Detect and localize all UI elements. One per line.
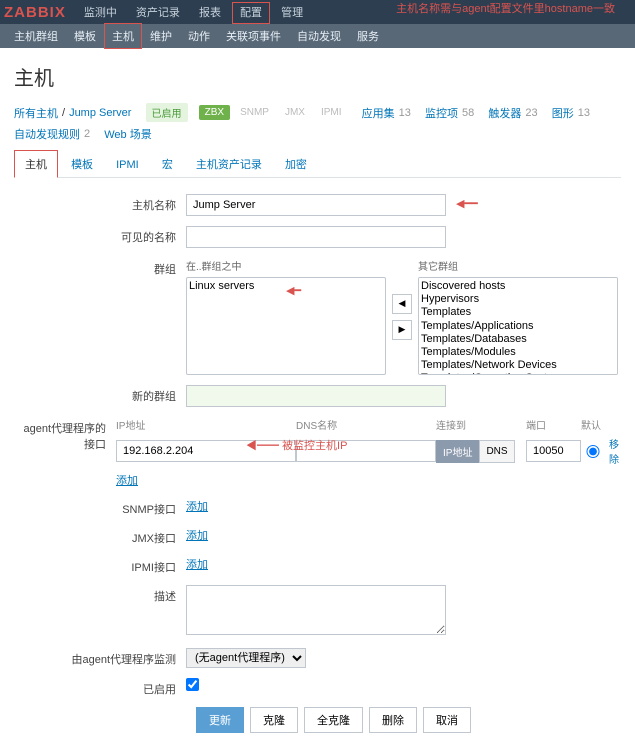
nav-admin[interactable]: 管理 — [273, 2, 311, 24]
sub-navbar: 主机群组 模板 主机 维护 动作 关联项事件 自动发现 服务 — [0, 24, 635, 48]
subnav-discovery[interactable]: 自动发现 — [289, 23, 349, 49]
top-nav: 监测中 资产记录 报表 配置 管理 — [76, 4, 311, 20]
label-desc: 描述 — [14, 585, 186, 604]
badge-ipmi: IPMI — [315, 105, 348, 120]
header-in-group: 在..群组之中 — [186, 258, 386, 273]
proxy-select[interactable]: (无agent代理程序) — [186, 648, 306, 668]
move-right-button[interactable]: ▶ — [392, 320, 412, 340]
header-other-group: 其它群组 — [418, 258, 618, 273]
subnav-services[interactable]: 服务 — [349, 23, 387, 49]
nav-monitoring[interactable]: 监测中 — [76, 2, 125, 24]
link-graphs[interactable]: 图形 — [552, 105, 574, 121]
nav-configuration[interactable]: 配置 — [232, 2, 270, 24]
label-enabled: 已启用 — [14, 678, 186, 697]
tabs: 主机 模板 IPMI 宏 主机资产记录 加密 主机名称需与agent配置文件里h… — [14, 150, 621, 178]
tab-macros[interactable]: 宏 — [152, 151, 183, 177]
label-snmp-if: SNMP接口 — [14, 498, 186, 517]
enabled-checkbox[interactable] — [186, 678, 199, 691]
add-jmx-if[interactable]: 添加 — [186, 530, 208, 542]
subnav-correlation[interactable]: 关联项事件 — [218, 23, 289, 49]
logo: ZABBIX — [4, 4, 66, 21]
default-radio[interactable] — [581, 445, 605, 458]
status-enabled: 已启用 — [146, 103, 188, 122]
label-ipmi-if: IPMI接口 — [14, 556, 186, 575]
action-buttons: 更新 克隆 全克隆 删除 取消 — [196, 707, 621, 733]
label-hostname: 主机名称 — [14, 194, 186, 213]
bc-all-hosts[interactable]: 所有主机 — [14, 105, 58, 121]
delete-button[interactable]: 删除 — [369, 707, 417, 733]
badge-jmx: JMX — [279, 105, 311, 120]
nav-inventory[interactable]: 资产记录 — [128, 2, 188, 24]
connect-ip-button[interactable]: IP地址 — [436, 440, 479, 463]
subnav-templates[interactable]: 模板 — [66, 23, 104, 49]
clone-button[interactable]: 克隆 — [250, 707, 298, 733]
bc-host[interactable]: Jump Server — [69, 107, 131, 119]
link-items[interactable]: 监控项 — [425, 105, 458, 121]
nav-reports[interactable]: 报表 — [191, 2, 229, 24]
hostname-input[interactable] — [186, 194, 446, 216]
label-visible: 可见的名称 — [14, 226, 186, 245]
add-ipmi-if[interactable]: 添加 — [186, 559, 208, 571]
top-navbar: ZABBIX 监测中 资产记录 报表 配置 管理 — [0, 0, 635, 24]
tab-host[interactable]: 主机 — [14, 150, 58, 178]
new-group-input[interactable] — [186, 385, 446, 407]
other-groups-select[interactable]: Discovered hostsHypervisors TemplatesTem… — [418, 277, 618, 375]
dns-input[interactable] — [296, 440, 436, 462]
breadcrumb: 所有主机 / Jump Server 已启用 ZBX SNMP JMX IPMI… — [14, 103, 621, 142]
page-title: 主机 — [14, 62, 621, 91]
link-apps[interactable]: 应用集 — [362, 105, 395, 121]
description-textarea[interactable] — [186, 585, 446, 635]
tab-encryption[interactable]: 加密 — [275, 151, 317, 177]
cancel-button[interactable]: 取消 — [423, 707, 471, 733]
link-triggers[interactable]: 触发器 — [488, 105, 521, 121]
tab-templates[interactable]: 模板 — [61, 151, 103, 177]
ip-input[interactable] — [116, 440, 296, 462]
subnav-actions[interactable]: 动作 — [180, 23, 218, 49]
label-new-group: 新的群组 — [14, 385, 186, 404]
label-agent-if: agent代理程序的接口 — [14, 417, 116, 452]
visible-name-input[interactable] — [186, 226, 446, 248]
move-left-button[interactable]: ◀ — [392, 294, 412, 314]
badge-zbx: ZBX — [199, 105, 230, 120]
subnav-hostgroups[interactable]: 主机群组 — [6, 23, 66, 49]
subnav-hosts[interactable]: 主机 — [104, 23, 142, 49]
link-web[interactable]: Web 场景 — [104, 126, 151, 142]
tab-inventory[interactable]: 主机资产记录 — [186, 151, 272, 177]
port-input[interactable] — [526, 440, 581, 462]
label-by-agent: 由agent代理程序监测 — [14, 648, 186, 667]
add-agent-if[interactable]: 添加 — [116, 475, 138, 487]
label-groups: 群组 — [14, 258, 186, 277]
subnav-maintenance[interactable]: 维护 — [142, 23, 180, 49]
connect-dns-button[interactable]: DNS — [479, 440, 514, 463]
tab-ipmi[interactable]: IPMI — [106, 154, 149, 176]
in-groups-select[interactable]: Linux servers — [186, 277, 386, 375]
update-button[interactable]: 更新 — [196, 707, 244, 733]
full-clone-button[interactable]: 全克隆 — [304, 707, 363, 733]
label-jmx-if: JMX接口 — [14, 527, 186, 546]
arrow-icon: ◀━━ — [456, 197, 478, 210]
add-snmp-if[interactable]: 添加 — [186, 501, 208, 513]
page-content: 主机 所有主机 / Jump Server 已启用 ZBX SNMP JMX I… — [0, 48, 635, 743]
link-discovery[interactable]: 自动发现规则 — [14, 126, 80, 142]
badge-snmp: SNMP — [234, 105, 275, 120]
